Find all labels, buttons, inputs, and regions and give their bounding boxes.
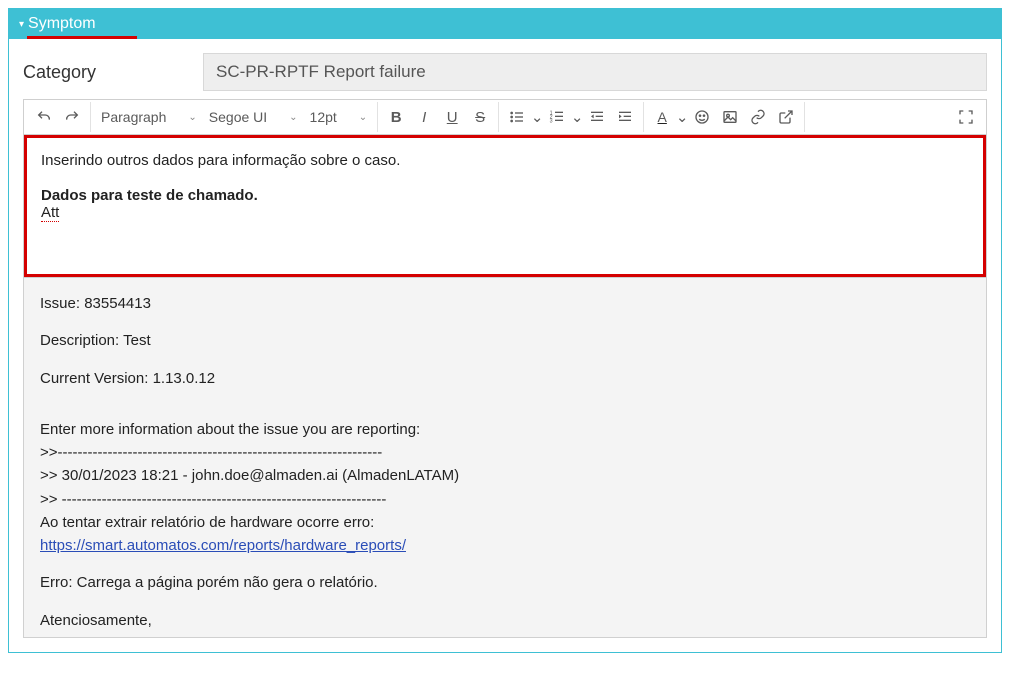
numbered-list-dropdown[interactable]: ⌄ (571, 102, 583, 132)
font-size-label: 12pt (310, 109, 337, 125)
description-area[interactable]: Issue: 83554413 Description: Test Curren… (23, 278, 987, 638)
strikethrough-button[interactable]: S (466, 102, 494, 132)
error-intro-line: Ao tentar extrair relatório de hardware … (40, 511, 970, 534)
editor-toolbar: Paragraph ⌄ Segoe UI ⌄ 12pt ⌄ B I U (24, 100, 986, 135)
indent-button[interactable] (611, 102, 639, 132)
image-button[interactable] (716, 102, 744, 132)
bold-button[interactable]: B (382, 102, 410, 132)
bullet-list-button[interactable] (503, 102, 531, 132)
font-family-select[interactable]: Segoe UI ⌄ (203, 102, 304, 132)
separator-line: >>--------------------------------------… (40, 441, 970, 464)
category-field[interactable]: SC-PR-RPTF Report failure (203, 53, 987, 91)
category-label: Category (23, 62, 203, 83)
editor-line-spellcheck: Att (41, 204, 59, 222)
rich-text-editor: Paragraph ⌄ Segoe UI ⌄ 12pt ⌄ B I U (23, 99, 987, 278)
editor-line-bold: Dados para teste de chamado. (41, 187, 969, 204)
collapse-caret-icon: ▾ (19, 19, 24, 30)
redo-button[interactable] (58, 102, 86, 132)
error-detail-line: Erro: Carrega a página porém não gera o … (40, 571, 970, 594)
numbered-list-button[interactable]: 123 (543, 102, 571, 132)
more-info-line: Enter more information about the issue y… (40, 418, 970, 441)
svg-text:3: 3 (550, 118, 553, 124)
description-line: Description: Test (40, 329, 970, 352)
outdent-button[interactable] (583, 102, 611, 132)
undo-button[interactable] (30, 102, 58, 132)
symptom-panel: ▾ Symptom Category SC-PR-RPTF Report fai… (8, 8, 1002, 653)
paragraph-select[interactable]: Paragraph ⌄ (95, 102, 203, 132)
font-family-label: Segoe UI (209, 109, 267, 125)
panel-header[interactable]: ▾ Symptom (9, 9, 1001, 39)
italic-button[interactable]: I (410, 102, 438, 132)
annotation-underline (27, 36, 137, 39)
issue-line: Issue: 83554413 (40, 292, 970, 315)
chevron-down-icon: ⌄ (571, 108, 584, 126)
underline-button[interactable]: U (438, 102, 466, 132)
version-line: Current Version: 1.13.0.12 (40, 367, 970, 390)
font-size-select[interactable]: 12pt ⌄ (304, 102, 374, 132)
panel-body: Category SC-PR-RPTF Report failure Parag… (9, 39, 1001, 652)
bullet-list-dropdown[interactable]: ⌄ (531, 102, 543, 132)
timeline-line: >> 30/01/2023 18:21 - john.doe@almaden.a… (40, 464, 970, 487)
chevron-down-icon: ⌄ (359, 112, 367, 123)
link-button[interactable] (744, 102, 772, 132)
editor-line: Inserindo outros dados para informação s… (41, 152, 969, 169)
open-link-button[interactable] (772, 102, 800, 132)
panel-title: Symptom (28, 15, 96, 33)
paragraph-select-label: Paragraph (101, 109, 166, 125)
font-color-dropdown[interactable]: ⌄ (676, 102, 688, 132)
signoff-line: Atenciosamente, (40, 609, 970, 632)
chevron-down-icon: ⌄ (676, 108, 689, 126)
separator-line: >> -------------------------------------… (40, 488, 970, 511)
font-color-button[interactable]: A (648, 102, 676, 132)
fullscreen-button[interactable] (952, 102, 980, 132)
chevron-down-icon: ⌄ (531, 108, 544, 126)
report-link[interactable]: https://smart.automatos.com/reports/hard… (40, 537, 406, 554)
emoji-button[interactable] (688, 102, 716, 132)
chevron-down-icon: ⌄ (289, 112, 297, 123)
chevron-down-icon: ⌄ (188, 112, 196, 123)
category-row: Category SC-PR-RPTF Report failure (23, 53, 987, 91)
editor-content-area[interactable]: Inserindo outros dados para informação s… (24, 135, 986, 277)
